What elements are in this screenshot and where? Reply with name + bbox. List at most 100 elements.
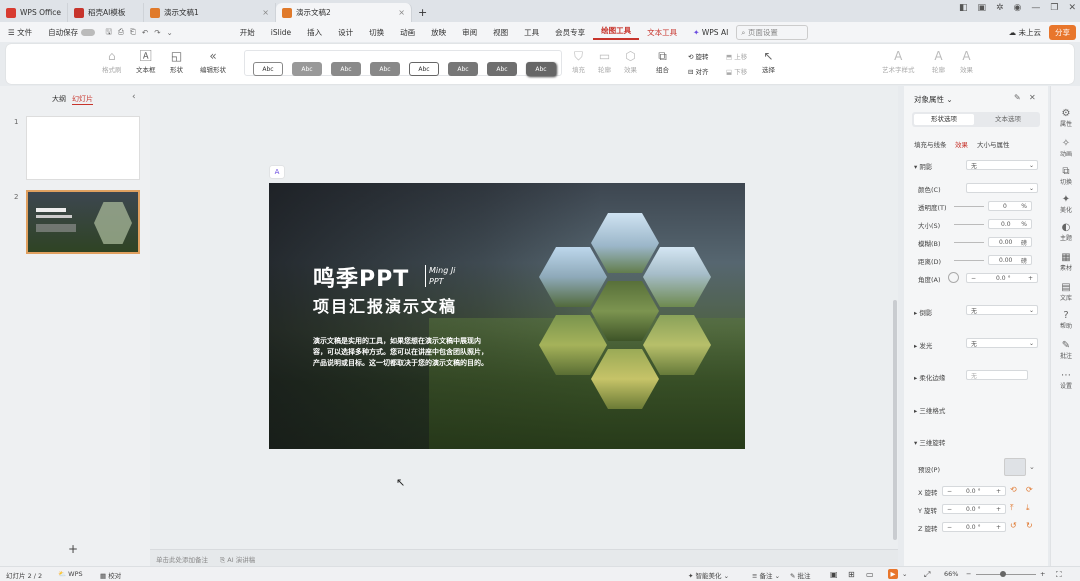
close-pane-icon[interactable]: ✕ bbox=[1029, 93, 1036, 102]
menu-tools[interactable]: 工具 bbox=[516, 27, 547, 38]
shadow-preset-select[interactable]: 无 ⌄ bbox=[966, 160, 1038, 170]
style-swatch[interactable]: Abc bbox=[448, 62, 478, 76]
chevron-down-icon[interactable]: ⌄ bbox=[1029, 463, 1035, 471]
close-window-icon[interactable]: ✕ bbox=[1068, 3, 1076, 13]
style-swatch[interactable]: Abc bbox=[409, 62, 439, 76]
zoom-level[interactable]: 66% bbox=[944, 570, 958, 578]
rotate-ccw-icon[interactable]: ↺ bbox=[1010, 521, 1017, 530]
shape-button[interactable]: ◱ 形状 bbox=[170, 48, 183, 74]
sidebar-item-transition[interactable]: ⧉ 切换 bbox=[1051, 166, 1080, 186]
blur-slider[interactable] bbox=[954, 242, 984, 243]
menu-drawing-tools[interactable]: 绘图工具 bbox=[593, 25, 640, 40]
wordart-style-button[interactable]: A 艺术字样式 bbox=[882, 48, 915, 74]
file-menu[interactable]: ☰ 文件 bbox=[0, 27, 40, 38]
slide-subtitle[interactable]: 项目汇报演示文稿 bbox=[313, 293, 457, 317]
fill-button[interactable]: ⛉ 填充 bbox=[572, 48, 585, 74]
menu-home[interactable]: 开始 bbox=[232, 27, 263, 38]
transparency-input[interactable]: 0% bbox=[988, 201, 1032, 211]
search-box[interactable]: ⌕ 页面设置 bbox=[736, 24, 809, 40]
rotate-down-icon[interactable]: ⤓ bbox=[1026, 503, 1030, 513]
zoom-out-icon[interactable]: − bbox=[966, 570, 971, 578]
slide-thumbnail-2[interactable] bbox=[26, 190, 140, 254]
angle-stepper[interactable]: −0.0 ° + bbox=[966, 273, 1038, 283]
slide-2[interactable]: 鸣季PPT Ming Ji PPT 项目汇报演示文稿 演示文稿是实用的工具，如果您… bbox=[269, 183, 745, 449]
style-swatch[interactable]: Abc bbox=[253, 62, 283, 76]
rotate-left-icon[interactable]: ⟲ bbox=[1010, 485, 1017, 494]
wps-status[interactable]: ⛅ WPS bbox=[58, 570, 83, 578]
canvas-scrollbar[interactable] bbox=[893, 300, 897, 540]
menu-slideshow[interactable]: 放映 bbox=[423, 27, 454, 38]
style-swatch[interactable]: Abc bbox=[370, 62, 400, 76]
glow-section[interactable]: ▸ 发光 bbox=[914, 340, 932, 350]
menu-member[interactable]: 会员专享 bbox=[547, 27, 593, 38]
proof-button[interactable]: ▦ 校对 bbox=[100, 570, 121, 580]
sidebar-item-beautify[interactable]: ✦ 美化 bbox=[1051, 194, 1080, 214]
ai-assist-badge[interactable]: A bbox=[270, 166, 284, 178]
rotate-right-icon[interactable]: ⟳ bbox=[1026, 485, 1033, 494]
distance-input[interactable]: 0.00 磅 bbox=[988, 255, 1032, 265]
select-button[interactable]: ↖ 选择 bbox=[762, 48, 775, 74]
menu-wps-ai[interactable]: ✦ WPS AI bbox=[685, 28, 736, 37]
menu-insert[interactable]: 插入 bbox=[299, 27, 330, 38]
menu-view[interactable]: 视图 bbox=[485, 27, 516, 38]
export-icon[interactable]: ⎙ bbox=[115, 27, 127, 37]
rotate-cw-icon[interactable]: ↻ bbox=[1026, 521, 1033, 530]
collapse-pane-icon[interactable]: ‹ bbox=[132, 92, 136, 102]
cloud-status[interactable]: ☁ 未上云 bbox=[1001, 27, 1049, 38]
slide-body-text[interactable]: 演示文稿是实用的工具，如果您想在演示文稿中展现内容，可以选择多种方式。您可以在讲… bbox=[313, 336, 489, 369]
tab-text-options[interactable]: 文本选项 bbox=[978, 114, 1038, 125]
y-rotation-stepper[interactable]: −0.0 ° + bbox=[942, 504, 1006, 514]
menu-review[interactable]: 审阅 bbox=[454, 27, 485, 38]
print-icon[interactable]: ⎗ bbox=[127, 27, 139, 37]
angle-dial-icon[interactable] bbox=[948, 272, 959, 283]
avatar[interactable]: ◉ bbox=[1014, 3, 1022, 13]
shadow-section[interactable]: ▾ 阴影 bbox=[914, 161, 932, 171]
close-tab-icon[interactable]: × bbox=[262, 8, 269, 17]
menu-transition[interactable]: 切换 bbox=[361, 27, 392, 38]
tab-ai-template[interactable]: 稻壳AI模板 bbox=[68, 3, 144, 22]
style-swatch[interactable]: Abc bbox=[331, 62, 361, 76]
menu-islide[interactable]: iSlide bbox=[263, 28, 299, 37]
subtab-effect[interactable]: 效果 bbox=[955, 139, 968, 149]
add-slide-button[interactable]: + bbox=[68, 542, 78, 556]
sidebar-item-help[interactable]: ? 帮助 bbox=[1051, 310, 1080, 330]
sidebar-item-properties[interactable]: ⚙ 属性 bbox=[1051, 108, 1080, 128]
notes-toggle[interactable]: ≡ 备注 ⌄ bbox=[752, 570, 780, 580]
outline-button[interactable]: ▭ 轮廓 bbox=[598, 48, 611, 74]
tab-outline[interactable]: 大纲 bbox=[52, 94, 66, 104]
play-slideshow-button[interactable]: ▶ bbox=[888, 569, 898, 579]
share-button[interactable]: 分享 bbox=[1049, 24, 1076, 40]
send-backward-button[interactable]: ⬓ 下移 bbox=[726, 65, 747, 80]
minimize-icon[interactable]: — bbox=[1031, 3, 1040, 13]
settings-icon[interactable]: ✲ bbox=[996, 3, 1004, 13]
sidebar-item-assets[interactable]: ▦ 素材 bbox=[1051, 252, 1080, 272]
tab-slides[interactable]: 幻灯片 bbox=[72, 94, 93, 105]
sorter-view-icon[interactable]: ⊞ bbox=[848, 570, 855, 579]
effect-button[interactable]: ⬡ 效果 bbox=[624, 48, 637, 74]
shadow-color-picker[interactable]: ⌄ bbox=[966, 183, 1038, 193]
close-tab-icon[interactable]: × bbox=[398, 8, 405, 17]
text-effect-button[interactable]: A 效果 bbox=[960, 48, 973, 74]
glow-select[interactable]: 无 ⌄ bbox=[966, 338, 1038, 348]
zoom-slider-track[interactable] bbox=[976, 574, 1036, 575]
sidebar-item-comments[interactable]: ✎ 批注 bbox=[1051, 340, 1080, 360]
chevron-down-icon[interactable]: ⌄ bbox=[163, 28, 175, 37]
format-3d-section[interactable]: ▸ 三维格式 bbox=[914, 405, 945, 415]
undo-icon[interactable]: ↶ bbox=[139, 28, 151, 37]
edit-shape-button[interactable]: «编辑形状 bbox=[200, 48, 226, 74]
rotate-button[interactable]: ⟲ 旋转 bbox=[688, 50, 709, 65]
play-options-icon[interactable]: ⌄ bbox=[902, 570, 907, 578]
combine-button[interactable]: ⧉ 组合 bbox=[656, 48, 669, 74]
reflection-section[interactable]: ▸ 倒影 bbox=[914, 307, 932, 317]
bring-forward-button[interactable]: ⬒ 上移 bbox=[726, 50, 747, 65]
slide-title[interactable]: 鸣季PPT bbox=[313, 261, 409, 293]
menu-text-tools[interactable]: 文本工具 bbox=[639, 27, 685, 38]
normal-view-icon[interactable]: ▣ bbox=[830, 570, 838, 579]
sidebar-item-animation[interactable]: ✧ 动画 bbox=[1051, 138, 1080, 158]
new-tab-button[interactable]: + bbox=[412, 3, 433, 22]
tab-wps-office[interactable]: WPS Office bbox=[0, 3, 68, 22]
rotation-preset-picker[interactable] bbox=[1004, 458, 1026, 476]
z-rotation-stepper[interactable]: −0.0 ° + bbox=[942, 522, 1006, 532]
blur-input[interactable]: 0.00 磅 bbox=[988, 237, 1032, 247]
tab-presentation-2[interactable]: 演示文稿2 × bbox=[276, 3, 412, 22]
